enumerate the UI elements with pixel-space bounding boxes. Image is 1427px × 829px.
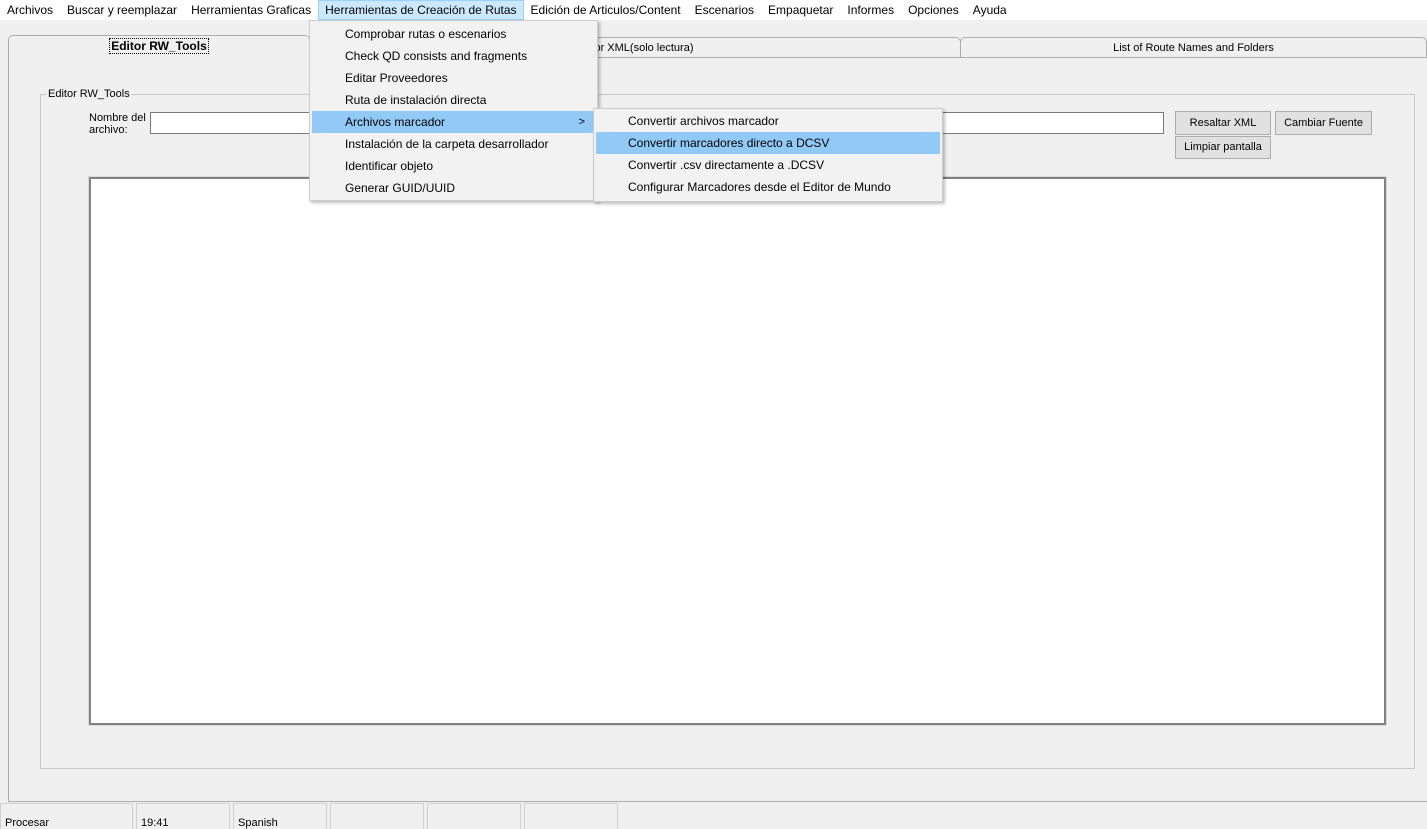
menu-ayuda[interactable]: Ayuda (966, 0, 1014, 20)
status-panel-5 (427, 803, 521, 829)
filename-label: Nombre del archivo: (89, 112, 146, 136)
groupbox-label: Editor RW_Tools (46, 88, 132, 100)
route-tools-dropdown: Comprobar rutas o escenarios Check QD co… (309, 20, 598, 201)
status-panel-4 (330, 803, 424, 829)
status-panel-procesar: Procesar (0, 803, 133, 829)
menuitem-editar-proveedores[interactable]: Editar Proveedores (312, 67, 595, 89)
archivos-marcador-submenu: Convertir archivos marcador Convertir ma… (593, 108, 943, 202)
menu-empaquetar[interactable]: Empaquetar (761, 0, 840, 20)
menu-herramientas-graficas[interactable]: Herramientas Graficas (184, 0, 318, 20)
status-panel-time: 19:41 (136, 803, 230, 829)
submenu-convertir-csv[interactable]: Convertir .csv directamente a .DCSV (596, 154, 940, 176)
submenu-convertir-archivos[interactable]: Convertir archivos marcador (596, 110, 940, 132)
tab-editor-rw-tools[interactable]: Editor RW_Tools (8, 35, 310, 59)
menu-bar: Archivos Buscar y reemplazar Herramienta… (0, 0, 1427, 20)
status-panel-6 (524, 803, 618, 829)
filename-label-line2: archivo: (89, 124, 128, 136)
menu-opciones[interactable]: Opciones (901, 0, 966, 20)
status-panel-language: Spanish (233, 803, 327, 829)
menu-edicion-articulos[interactable]: Edición de Articulos/Content (524, 0, 688, 20)
menuitem-comprobar-rutas[interactable]: Comprobar rutas o escenarios (312, 23, 595, 45)
menu-informes[interactable]: Informes (840, 0, 901, 20)
tab-route-names[interactable]: List of Route Names and Folders (960, 37, 1427, 58)
resaltar-xml-button[interactable]: Resaltar XML (1175, 111, 1271, 135)
menu-archivos[interactable]: Archivos (0, 0, 60, 20)
tab-strip: Editor RW_Tools Editor XML(solo lectura)… (8, 35, 1427, 59)
menu-buscar-reemplazar[interactable]: Buscar y reemplazar (60, 0, 184, 20)
menuitem-ruta-instalacion[interactable]: Ruta de instalación directa (312, 89, 595, 111)
status-bar: Procesar 19:41 Spanish (0, 803, 1427, 829)
menu-escenarios[interactable]: Escenarios (688, 0, 761, 20)
menuitem-instalacion-carpeta[interactable]: Instalación de la carpeta desarrollador (312, 133, 595, 155)
filename-label-line1: Nombre del (89, 112, 146, 124)
tab-editor-rw-tools-label: Editor RW_Tools (109, 38, 209, 54)
menuitem-generar-guid[interactable]: Generar GUID/UUID (312, 177, 595, 199)
limpiar-pantalla-button[interactable]: Limpiar pantalla (1175, 136, 1271, 159)
menuitem-archivos-marcador-label: Archivos marcador (345, 115, 446, 129)
menuitem-identificar-objeto[interactable]: Identificar objeto (312, 155, 595, 177)
menuitem-check-qd[interactable]: Check QD consists and fragments (312, 45, 595, 67)
submenu-convertir-dcsv[interactable]: Convertir marcadores directo a DCSV (596, 132, 940, 154)
menu-herramientas-creacion-rutas[interactable]: Herramientas de Creación de Rutas (318, 0, 524, 20)
chevron-right-icon: > (578, 116, 585, 128)
submenu-configurar-marcadores[interactable]: Configurar Marcadores desde el Editor de… (596, 176, 940, 198)
cambiar-fuente-button[interactable]: Cambiar Fuente (1275, 111, 1372, 135)
editor-text-area[interactable] (88, 176, 1387, 726)
menuitem-archivos-marcador[interactable]: Archivos marcador > (312, 111, 595, 133)
